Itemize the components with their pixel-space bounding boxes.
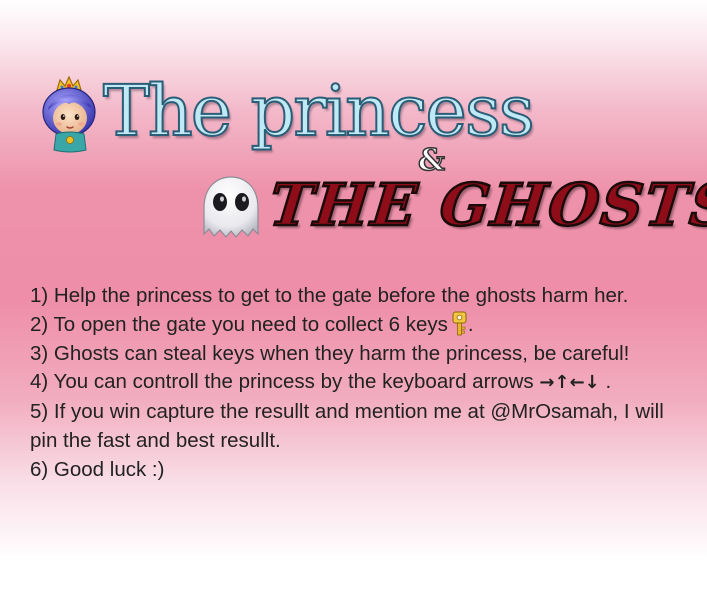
instruction-4-end: . [605,370,612,394]
arrow-up-icon: ↑ [554,372,570,394]
arrow-down-icon: ↓ [584,372,600,394]
arrow-left-icon: ← [569,372,585,394]
instructions-list: 1) Help the princess to get to the gate … [30,282,695,485]
ghost-icon [203,176,259,238]
instruction-4-text: 4) You can controll the princess by the … [30,370,534,394]
princess-avatar-icon [42,75,96,153]
title-the-ghosts: THE GHOSTS [265,170,707,241]
instruction-5: 5) If you win capture the resullt and me… [30,400,664,452]
instruction-6: 6) Good luck :) [30,457,165,481]
title-the-princess: The princess [102,70,536,152]
instruction-2-text: 2) To open the gate you need to collect … [30,312,448,336]
game-title: The princess & THE GHOSTS [0,0,707,260]
instruction-1: 1) Help the princess to get to the gate … [30,284,629,307]
instruction-2-end: . [467,312,474,336]
instruction-4: 4) You can controll the princess by the … [30,368,695,398]
instruction-2: 2) To open the gate you need to collect … [30,311,695,340]
instruction-3: 3) Ghosts can steal keys when they harm … [30,341,630,365]
arrow-right-icon: → [539,372,555,394]
key-icon [452,311,467,336]
